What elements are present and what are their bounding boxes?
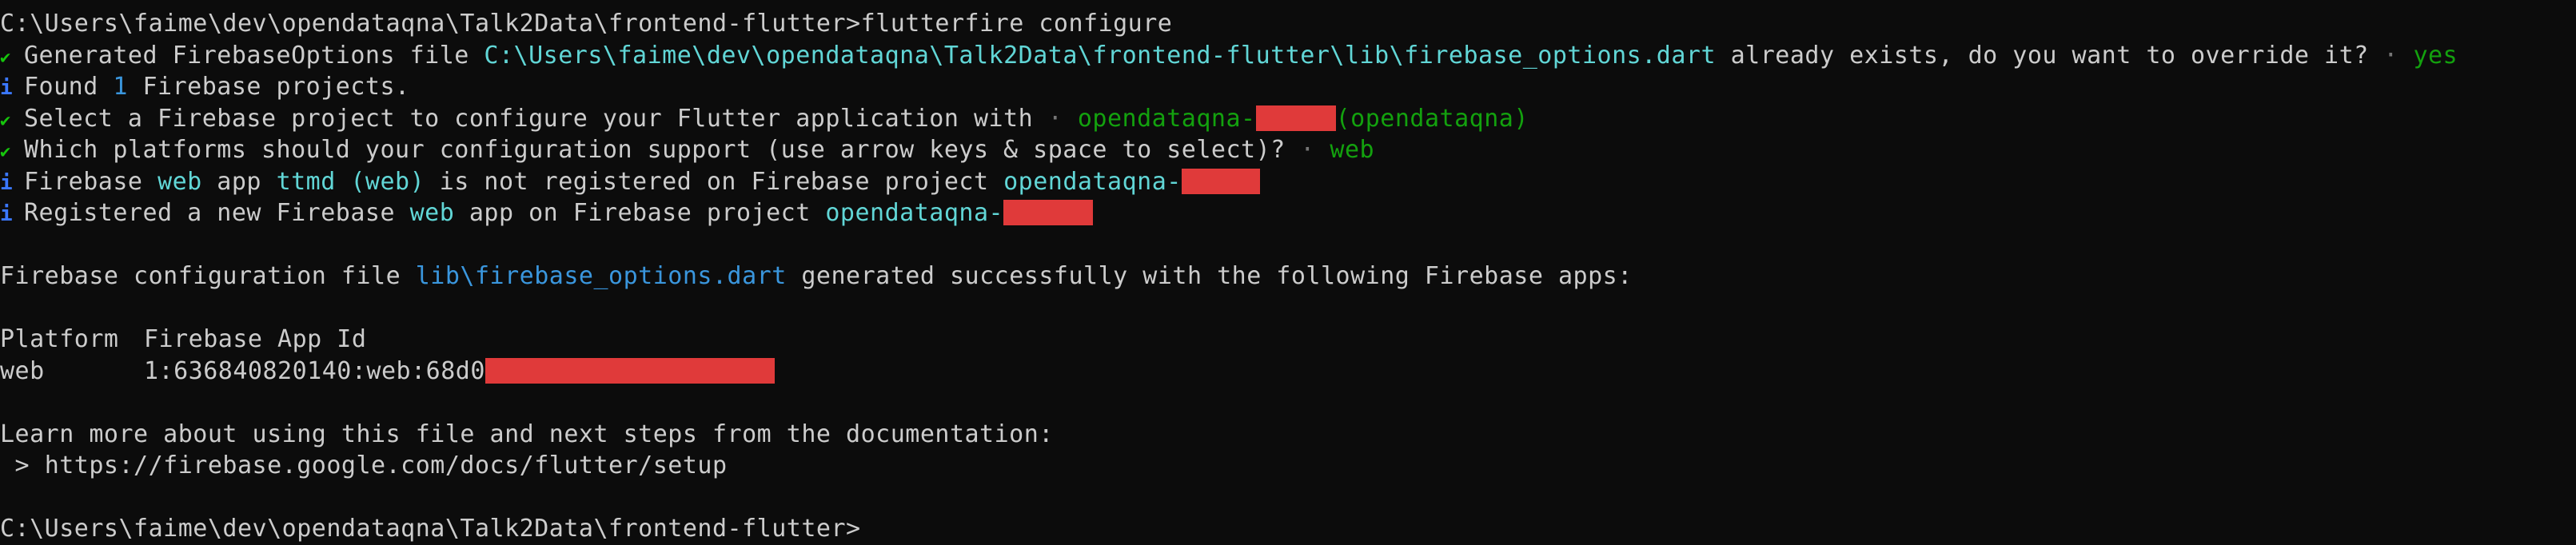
redaction-box: [1003, 200, 1094, 225]
output-line-generated: ✔ Generated FirebaseOptions file C:\Users…: [0, 40, 2576, 72]
separator: ·: [1285, 136, 1330, 164]
file-path: C:\Users\faime\dev\opendataqna\Talk2Data…: [484, 41, 1717, 70]
output-text: Firebase configuration file: [0, 262, 416, 290]
output-line-docs: > https://firebase.google.com/docs/flutt…: [0, 450, 2576, 482]
output-text: generated successfully with the followin…: [786, 262, 1633, 290]
output-text: Select a Firebase project to configure y…: [24, 104, 1034, 133]
output-text: Firebase projects.: [127, 73, 410, 101]
table-header-appid: Firebase App Id: [144, 325, 367, 353]
platform-name: web: [158, 167, 202, 196]
info-icon: i: [0, 170, 14, 195]
prompt-path: C:\Users\faime\dev\opendataqna\Talk2Data…: [0, 10, 861, 38]
check-icon: ✔: [0, 110, 11, 131]
separator: ·: [2368, 41, 2414, 70]
answer-text: web: [1330, 136, 1375, 164]
app-name: ttmd (web): [276, 167, 425, 196]
project-name: opendataqna-: [825, 199, 1004, 227]
output-line-platforms: ✔ Which platforms should your configurati…: [0, 134, 2576, 166]
table-cell-appid: 1:636840820140:web:68d0: [144, 356, 485, 385]
output-text: Firebase: [24, 167, 158, 196]
output-line-not-registered: i Firebase web app ttmd (web) is not regi…: [0, 166, 2576, 198]
output-text: Registered a new Firebase: [24, 199, 410, 227]
output-text: app: [201, 167, 277, 196]
table-cell-platform: web: [0, 356, 45, 385]
output-text: Learn more about using this file and nex…: [0, 420, 1054, 448]
table-row: web 1:636840820140:web:68d0: [0, 356, 2576, 388]
output-line-select-project: ✔ Select a Firebase project to configure …: [0, 103, 2576, 135]
output-line-learn-more: Learn more about using this file and nex…: [0, 419, 2576, 451]
output-line-found: i Found 1 Firebase projects.: [0, 71, 2576, 103]
separator: ·: [1033, 104, 1078, 133]
output-text: already exists, do you want to override …: [1716, 41, 2369, 70]
platform-name: web: [409, 199, 455, 227]
project-name: opendataqna-: [1077, 104, 1256, 133]
table-header-platform: Platform: [0, 325, 119, 353]
command-text: flutterfire configure: [860, 10, 1173, 38]
redaction-box: [1181, 168, 1260, 194]
final-prompt-line[interactable]: C:\Users\faime\dev\opendataqna\Talk2Data…: [0, 513, 2576, 545]
output-text: Generated FirebaseOptions file: [24, 41, 484, 70]
project-count: 1: [113, 73, 128, 101]
output-text: Which platforms should your configuratio…: [24, 136, 1286, 164]
check-icon: ✔: [0, 47, 11, 68]
docs-link[interactable]: https://firebase.google.com/docs/flutter…: [45, 452, 728, 479]
info-icon: i: [0, 76, 14, 100]
redaction-box: [484, 357, 775, 384]
check-icon: ✔: [0, 142, 11, 162]
project-id: (opendataqna): [1335, 104, 1529, 133]
redaction-box: [1255, 105, 1336, 131]
prompt-path: C:\Users\faime\dev\opendataqna\Talk2Data…: [0, 515, 861, 543]
output-text: is not registered on Firebase project: [425, 167, 1004, 196]
terminal-window[interactable]: C:\Users\faime\dev\opendataqna\Talk2Data…: [0, 0, 2576, 543]
output-text: Found: [24, 73, 114, 101]
answer-text: yes: [2413, 41, 2458, 70]
table-header: Platform Firebase App Id: [0, 324, 2576, 356]
command-line: C:\Users\faime\dev\opendataqna\Talk2Data…: [0, 8, 2576, 40]
output-text: app on Firebase project: [454, 199, 826, 227]
arrow-icon: >: [0, 452, 45, 479]
output-line-config-file: Firebase configuration file lib\firebase…: [0, 261, 2576, 292]
info-icon: i: [0, 202, 14, 226]
output-line-registered: i Registered a new Firebase web app on Fi…: [0, 197, 2576, 229]
file-path: lib\firebase_options.dart: [415, 262, 787, 290]
project-name: opendataqna-: [1003, 167, 1182, 196]
